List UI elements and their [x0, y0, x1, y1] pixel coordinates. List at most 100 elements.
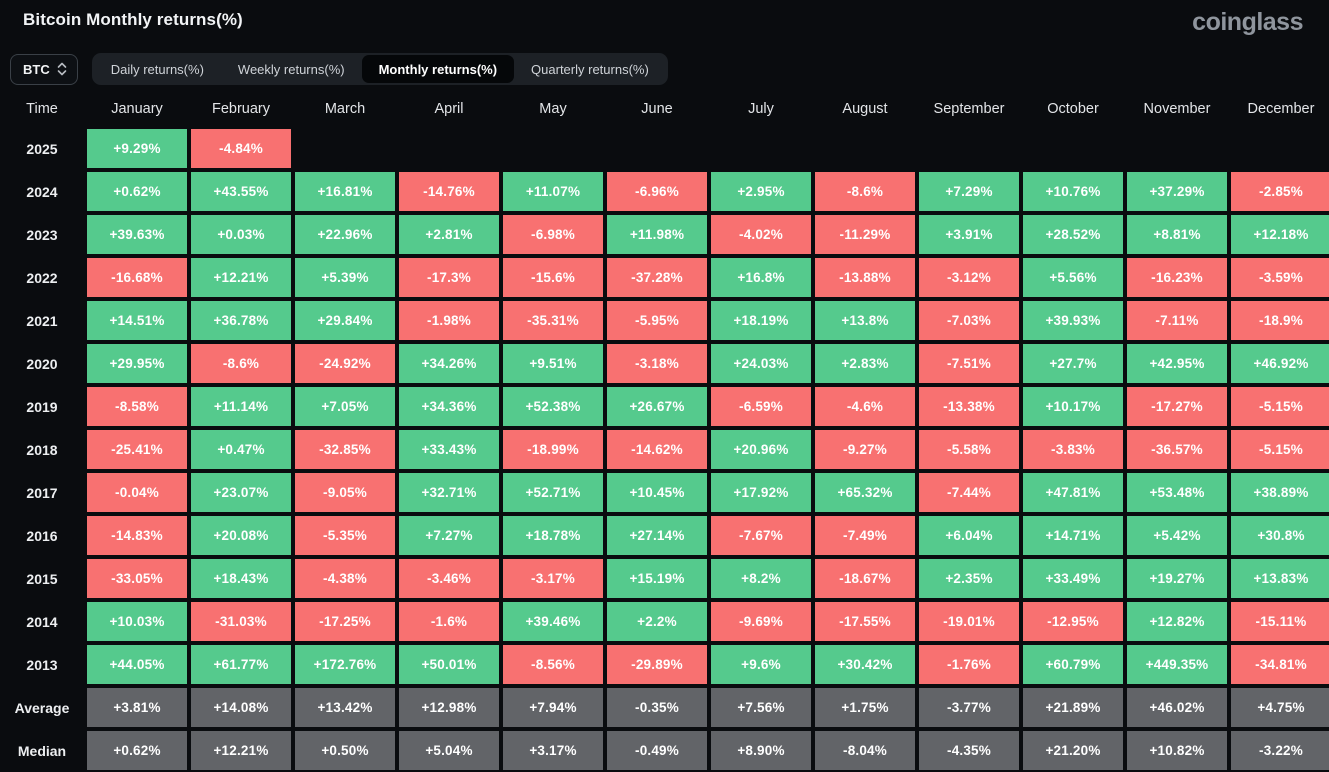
return-cell: -5.95% [607, 301, 707, 340]
return-cell: +24.03% [711, 344, 811, 383]
column-header: April [434, 100, 464, 117]
return-cell: -7.03% [919, 301, 1019, 340]
return-cell: +13.83% [1231, 559, 1329, 598]
return-cell: -3.77% [919, 688, 1019, 727]
return-cell: -36.57% [1127, 430, 1227, 469]
return-cell: -13.88% [815, 258, 915, 297]
column-header: August [842, 100, 888, 117]
return-cell: +5.56% [1023, 258, 1123, 297]
return-cell: -8.56% [503, 645, 603, 684]
column-header: May [539, 100, 567, 117]
return-cell: +18.78% [503, 516, 603, 555]
return-cell: -9.05% [295, 473, 395, 512]
return-cell: +27.14% [607, 516, 707, 555]
return-cell: -3.12% [919, 258, 1019, 297]
return-cell [1231, 129, 1329, 168]
return-cell: -25.41% [87, 430, 187, 469]
tab-weekly-returns[interactable]: Weekly returns(%) [221, 55, 362, 83]
row-label: Median [17, 742, 67, 759]
return-cell: -1.6% [399, 602, 499, 641]
return-cell: -15.11% [1231, 602, 1329, 641]
return-cell: +52.38% [503, 387, 603, 426]
return-cell: +9.29% [87, 129, 187, 168]
return-cell: +10.45% [607, 473, 707, 512]
return-cell: +12.21% [191, 258, 291, 297]
return-cell: +14.71% [1023, 516, 1123, 555]
return-cell: +29.95% [87, 344, 187, 383]
tab-quarterly-returns[interactable]: Quarterly returns(%) [514, 55, 666, 83]
return-cell: +13.42% [295, 688, 395, 727]
return-cell: +7.05% [295, 387, 395, 426]
return-cell: +172.76% [295, 645, 395, 684]
column-header: July [748, 100, 774, 117]
return-cell: +3.17% [503, 731, 603, 770]
return-cell: -0.04% [87, 473, 187, 512]
return-cell: +20.08% [191, 516, 291, 555]
return-cell: +38.89% [1231, 473, 1329, 512]
return-cell: -8.58% [87, 387, 187, 426]
return-cell: -1.76% [919, 645, 1019, 684]
column-header: January [111, 100, 163, 117]
return-cell: +30.8% [1231, 516, 1329, 555]
return-cell: +36.78% [191, 301, 291, 340]
tab-monthly-returns[interactable]: Monthly returns(%) [361, 55, 515, 83]
row-label: 2017 [26, 484, 58, 501]
return-cell: -14.83% [87, 516, 187, 555]
return-cell: -1.98% [399, 301, 499, 340]
return-cell: -4.38% [295, 559, 395, 598]
return-cell: +1.75% [815, 688, 915, 727]
return-cell: +29.84% [295, 301, 395, 340]
return-cell: -9.69% [711, 602, 811, 641]
return-cell: +15.19% [607, 559, 707, 598]
return-cell: +60.79% [1023, 645, 1123, 684]
return-cell: -17.55% [815, 602, 915, 641]
return-cell: -7.44% [919, 473, 1019, 512]
return-cell: +30.42% [815, 645, 915, 684]
return-cell: -18.99% [503, 430, 603, 469]
return-cell: +8.90% [711, 731, 811, 770]
return-cell: -3.22% [1231, 731, 1329, 770]
coin-selector[interactable]: BTC [10, 53, 78, 85]
return-cell: +22.96% [295, 215, 395, 254]
return-cell: -5.15% [1231, 387, 1329, 426]
return-cell: +7.27% [399, 516, 499, 555]
return-cell: +39.46% [503, 602, 603, 641]
return-cell: -14.62% [607, 430, 707, 469]
return-cell: +4.75% [1231, 688, 1329, 727]
return-cell: -35.31% [503, 301, 603, 340]
return-cell: -8.6% [815, 172, 915, 211]
return-cell: +20.96% [711, 430, 811, 469]
return-cell: -16.23% [1127, 258, 1227, 297]
return-cell: +34.36% [399, 387, 499, 426]
return-cell: +21.20% [1023, 731, 1123, 770]
monthly-returns-table: Time January February March April May June July… [1, 92, 1329, 770]
return-cell: -4.6% [815, 387, 915, 426]
return-cell: +27.7% [1023, 344, 1123, 383]
controls-bar: BTC Daily returns(%) Weekly returns(%) M… [10, 53, 1329, 85]
return-cell: +449.35% [1127, 645, 1227, 684]
row-label: 2025 [26, 140, 58, 157]
return-cell: -6.59% [711, 387, 811, 426]
return-cell: -37.28% [607, 258, 707, 297]
return-cell: +7.29% [919, 172, 1019, 211]
return-cell: +0.03% [191, 215, 291, 254]
return-cell: +2.2% [607, 602, 707, 641]
return-cell: +3.91% [919, 215, 1019, 254]
row-label: Average [14, 699, 70, 716]
return-cell: -15.6% [503, 258, 603, 297]
return-cell: -11.29% [815, 215, 915, 254]
return-cell: +0.62% [87, 172, 187, 211]
return-cell: -31.03% [191, 602, 291, 641]
return-cell: +8.81% [1127, 215, 1227, 254]
return-cell: +13.8% [815, 301, 915, 340]
return-cell: -14.76% [399, 172, 499, 211]
column-header: February [211, 100, 271, 117]
tab-daily-returns[interactable]: Daily returns(%) [94, 55, 221, 83]
return-cell [815, 129, 915, 168]
return-cell: -8.6% [191, 344, 291, 383]
return-cell: +0.50% [295, 731, 395, 770]
return-cell: -34.81% [1231, 645, 1329, 684]
return-cell [399, 129, 499, 168]
return-cell: +43.55% [191, 172, 291, 211]
page-title: Bitcoin Monthly returns(%) [23, 10, 243, 29]
